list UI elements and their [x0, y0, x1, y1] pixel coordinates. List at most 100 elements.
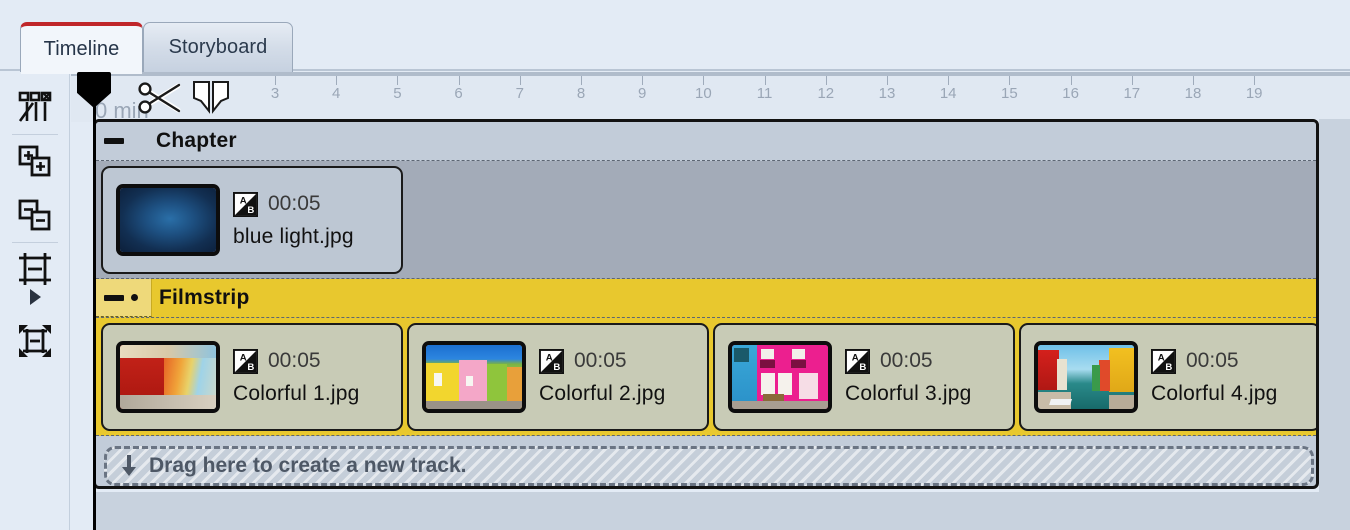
- ruler-tick: [336, 76, 338, 85]
- clip-duration-row: A B 00:05: [1151, 348, 1278, 374]
- blue-light-thumb: [116, 184, 220, 256]
- clip-filename: Colorful 1.jpg: [233, 381, 360, 405]
- zoom-out-icon[interactable]: [0, 188, 70, 242]
- clip-duration: 00:05: [268, 192, 321, 215]
- ruler-tick: [1070, 76, 1072, 85]
- clip-filename: Colorful 2.jpg: [539, 381, 666, 405]
- fit-all-icon[interactable]: [0, 314, 70, 368]
- colorful-3-thumb: [728, 341, 832, 413]
- clip-duration-row: A B 00:05: [233, 348, 360, 374]
- clip-duration-row: A B 00:05: [845, 348, 972, 374]
- svg-text:A: A: [240, 352, 247, 363]
- ruler-tick-label: 14: [939, 85, 957, 102]
- timeline-ruler[interactable]: 0 min 3 4 5 6 7 8 9 10 11 12 13 14 15 16 17 18 19: [71, 72, 1350, 122]
- zoom-in-icon[interactable]: [0, 134, 70, 188]
- ruler-tick: [1254, 76, 1256, 85]
- clip-duration: 00:05: [574, 349, 627, 372]
- ab-transition-icon: A B: [845, 348, 870, 374]
- clip-filename: Colorful 3.jpg: [845, 381, 972, 405]
- ruler-tick: [703, 76, 705, 85]
- ruler-tick: [458, 76, 460, 85]
- clip-duration-row: A B 00:05: [233, 191, 354, 217]
- clip-meta: A B 00:05 Colorful 1.jpg: [233, 348, 360, 406]
- track-body-chapter[interactable]: A B 00:05 blue light.jpg: [96, 161, 1316, 279]
- ruler-tick-label: 17: [1123, 85, 1141, 102]
- ruler-tick-label: 19: [1245, 85, 1263, 102]
- svg-text:A: A: [852, 352, 859, 363]
- ruler-tick-label: 10: [695, 85, 712, 102]
- tab-timeline-label: Timeline: [43, 37, 120, 60]
- svg-text:A: A: [546, 352, 553, 363]
- clip-meta: A B 00:05 Colorful 4.jpg: [1151, 348, 1278, 406]
- ruler-tick-label: 8: [576, 85, 586, 102]
- tab-storyboard[interactable]: Storyboard: [143, 22, 293, 72]
- track-body-filmstrip[interactable]: A B 00:05 Colorful 1.jpg A B 00:05 Color…: [96, 318, 1316, 436]
- clip-meta: A B 00:05 blue light.jpg: [233, 191, 354, 249]
- tab-bar: Timeline Storyboard: [0, 0, 1350, 74]
- ruler-tick: [581, 76, 582, 85]
- tracks-right-padding: [1319, 119, 1350, 530]
- ruler-tick-label: 15: [1001, 85, 1018, 102]
- ruler-tick-label: 6: [454, 85, 463, 102]
- track-header-filmstrip[interactable]: Filmstrip: [96, 279, 1316, 318]
- ruler-tick: [764, 76, 766, 85]
- ruler-tick: [887, 76, 888, 85]
- collapse-icon[interactable]: [104, 294, 124, 301]
- clip-duration-row: A B 00:05: [539, 348, 666, 374]
- track-title-filmstrip: Filmstrip: [159, 286, 250, 309]
- ab-transition-icon: A B: [233, 348, 258, 374]
- track-gutter-filmstrip: [96, 279, 152, 317]
- svg-text:B: B: [247, 205, 254, 216]
- ruler-tick-label: 16: [1062, 85, 1079, 102]
- ab-transition-icon: A B: [1151, 348, 1176, 374]
- timeline-editor: Timeline Storyboard 0 min 3 4 5 6 7 8 9 …: [0, 0, 1350, 530]
- colorful-4-thumb: [1034, 341, 1138, 413]
- new-track-dropzone[interactable]: Drag here to create a new track.: [104, 446, 1314, 486]
- svg-text:B: B: [1165, 362, 1172, 373]
- tab-timeline[interactable]: Timeline: [20, 22, 143, 74]
- expand-arrow-icon[interactable]: [0, 280, 70, 314]
- ruler-tick-label: 13: [878, 85, 896, 102]
- svg-text:A: A: [1158, 352, 1165, 363]
- clip-filename: blue light.jpg: [233, 224, 354, 248]
- dropzone-label: Drag here to create a new track.: [149, 454, 467, 477]
- svg-text:B: B: [859, 362, 866, 373]
- collapse-icon[interactable]: [104, 138, 124, 144]
- colorful-1-thumb: [116, 341, 220, 413]
- tab-storyboard-label: Storyboard: [168, 36, 268, 58]
- clip-blue-light[interactable]: A B 00:05 blue light.jpg: [101, 166, 403, 274]
- track-gutter-chapter: [96, 122, 152, 160]
- clip-duration: 00:05: [268, 349, 321, 372]
- clip-colorful-2[interactable]: A B 00:05 Colorful 2.jpg: [407, 323, 709, 431]
- clip-duration: 00:05: [1186, 349, 1239, 372]
- clip-meta: A B 00:05 Colorful 3.jpg: [845, 348, 972, 406]
- clip-filename: Colorful 4.jpg: [1151, 381, 1278, 405]
- svg-text:B: B: [247, 362, 254, 373]
- left-toolbar: [0, 72, 70, 530]
- ruler-tick-label: 9: [638, 85, 647, 102]
- clip-meta: A B 00:05 Colorful 2.jpg: [539, 348, 666, 406]
- split-marker-icon[interactable]: [192, 80, 230, 119]
- track-header-chapter[interactable]: Chapter: [96, 122, 1316, 161]
- ruler-tick: [642, 76, 644, 85]
- ab-transition-icon: A B: [233, 191, 258, 217]
- ruler-tick: [1009, 76, 1011, 85]
- ruler-tick: [825, 76, 827, 85]
- ruler-tick: [519, 76, 521, 85]
- ruler-tick-label: 12: [817, 85, 835, 102]
- tracks-bottom-strip: [96, 492, 1350, 530]
- clip-colorful-4[interactable]: A B 00:05 Colorful 4.jpg: [1019, 323, 1316, 431]
- ruler-tick-label: 5: [393, 85, 402, 102]
- scissors-icon[interactable]: [134, 78, 188, 123]
- clip-colorful-1[interactable]: A B 00:05 Colorful 1.jpg: [101, 323, 403, 431]
- track-title-chapter: Chapter: [156, 129, 237, 152]
- ruler-tick-label: 18: [1184, 85, 1202, 102]
- ruler-tick-label: 3: [270, 85, 280, 102]
- ruler-tick: [1131, 76, 1133, 85]
- timeline-view-icon[interactable]: [0, 80, 70, 134]
- ruler-tick-label: 4: [332, 85, 341, 102]
- clip-colorful-3[interactable]: A B 00:05 Colorful 3.jpg: [713, 323, 1015, 431]
- ruler-tick: [275, 76, 276, 85]
- ruler-tick-label: 11: [756, 85, 773, 102]
- ruler-tick: [397, 76, 399, 85]
